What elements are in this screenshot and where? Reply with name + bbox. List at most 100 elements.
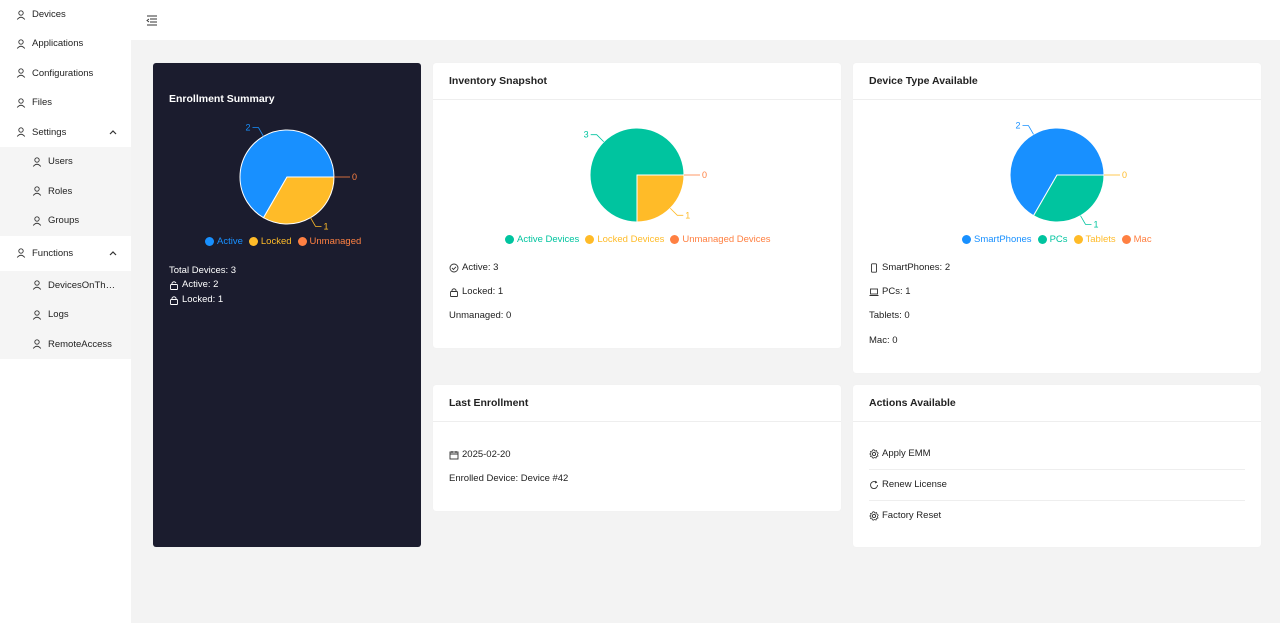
sidebar-item-label: Settings [32, 126, 67, 138]
user-icon [32, 186, 42, 197]
legend-item-locked[interactable]: Locked [248, 236, 292, 247]
laptop-icon [869, 287, 879, 297]
enrollment-legend: Active Locked Unmanaged [205, 236, 361, 247]
renew-license-action[interactable]: Renew License [869, 469, 1245, 500]
pie-data-label: 2 [1015, 121, 1020, 131]
enrolled-device: Enrolled Device: Device #42 [449, 473, 568, 484]
device-type-card: Device Type Available 2 1 0 SmartPhones PC… [853, 63, 1261, 373]
card-title: Last Enrollment [433, 385, 841, 422]
action-label: Factory Reset [882, 510, 942, 521]
sidebar-item-devicesonthe[interactable]: DevicesOnThe... [0, 270, 131, 300]
smartphones-label: SmartPhones: 2 [882, 262, 951, 273]
lock-icon [169, 280, 179, 290]
device-type-pie-chart: 2 1 0 [1009, 121, 1127, 229]
card-title: Actions Available [853, 385, 1261, 422]
legend-dot [248, 237, 258, 246]
last-enrollment-card: Last Enrollment 2025-02-20 Enrolled Devi… [433, 385, 841, 511]
sidebar-item-applications[interactable]: Applications [0, 29, 131, 59]
legend-item-unmanaged[interactable]: Unmanaged [297, 236, 361, 247]
pie-data-label: 3 [584, 130, 589, 140]
user-icon [16, 127, 26, 138]
sidebar-group-functions[interactable]: Functions [0, 236, 131, 271]
pie-data-label: 2 [245, 123, 250, 133]
legend-item-active-devices[interactable]: Active Devices [505, 234, 579, 245]
sidebar-item-label: Functions [32, 247, 74, 259]
user-icon [32, 339, 42, 350]
inventory-active-label: Active: 3 [462, 262, 499, 273]
sidebar-item-label: Configurations [32, 67, 94, 79]
user-icon [32, 157, 42, 167]
inventory-locked-stat: Locked: 1 [449, 286, 503, 297]
mobile-icon [869, 262, 879, 273]
legend-label: Active [217, 236, 243, 247]
factory-reset-action[interactable]: Factory Reset [869, 500, 1245, 531]
sidebar-group-settings[interactable]: Settings [0, 118, 131, 148]
legend-dot [1037, 235, 1047, 244]
tablets-stat: Tablets: 0 [869, 310, 910, 321]
legend-label: Tablets [1085, 234, 1116, 245]
tablets-label: Tablets: 0 [869, 310, 910, 321]
sidebar-item-label: Devices [32, 9, 66, 20]
pie-label-line [1022, 125, 1034, 135]
legend-label: Locked Devices [597, 234, 665, 245]
enrollment-pie-chart: 2 1 0 [239, 123, 357, 231]
apply-emm-action[interactable]: Apply EMM [869, 438, 1245, 469]
inventory-locked-label: Locked: 1 [462, 286, 504, 297]
legend-item-unmanaged-devices[interactable]: Unmanaged Devices [670, 234, 771, 245]
legend-item-locked-devices[interactable]: Locked Devices [585, 234, 664, 245]
card-title: Device Type Available [853, 63, 1261, 100]
inventory-snapshot-card: Inventory Snapshot 3 1 0 Active Devices Lo… [433, 63, 841, 348]
legend-dot [1073, 235, 1083, 244]
action-label: Apply EMM [882, 448, 931, 459]
legend-label: Unmanaged Devices [682, 234, 771, 245]
legend-dot [670, 235, 680, 244]
pie-data-label: 0 [352, 172, 357, 182]
enrollment-date: 2025-02-20 [449, 449, 511, 460]
legend-dot [505, 235, 514, 244]
total-devices-label: Total Devices: 3 [169, 265, 237, 276]
sidebar-item-devices[interactable]: Devices [0, 0, 131, 29]
pie-data-label: 1 [685, 210, 690, 220]
sidebar-item-configurations[interactable]: Configurations [0, 59, 131, 89]
sidebar-item-groups[interactable]: Groups [0, 206, 131, 236]
topbar [131, 0, 1280, 40]
menu-fold-icon[interactable] [146, 14, 158, 26]
sidebar-item-label: Users [48, 156, 73, 168]
legend-label: Mac [1133, 234, 1152, 245]
sidebar-item-label: Groups [48, 215, 80, 227]
user-icon [32, 310, 42, 320]
gear-icon [869, 510, 879, 521]
legend-item-smartphones[interactable]: SmartPhones [962, 234, 1032, 245]
sidebar-item-roles[interactable]: Roles [0, 176, 131, 206]
active-label: Active: 2 [182, 279, 219, 290]
device-type-legend: SmartPhones PCs Tablets Mac [962, 234, 1152, 245]
legend-dot [297, 237, 307, 246]
user-icon [16, 98, 26, 108]
chevron-up-icon[interactable] [109, 129, 117, 135]
pcs-stat: PCs: 1 [869, 286, 911, 297]
chevron-up-icon[interactable] [109, 250, 117, 256]
lock-icon [169, 295, 179, 305]
pie-data-label: 1 [1094, 219, 1099, 229]
sidebar-item-logs[interactable]: Logs [0, 300, 131, 330]
legend-label: Locked [260, 236, 292, 247]
pie-label-line [1080, 215, 1092, 225]
sidebar-item-users[interactable]: Users [0, 147, 131, 177]
sidebar: Devices Applications Configurations File… [0, 0, 131, 623]
sidebar-item-label: Logs [48, 309, 69, 321]
check-circle-icon [449, 263, 459, 273]
user-icon [32, 216, 42, 226]
legend-dot [962, 235, 971, 244]
inventory-unmanaged-label: Unmanaged: 0 [449, 310, 512, 321]
sidebar-item-files[interactable]: Files [0, 88, 131, 118]
inventory-legend: Active Devices Locked Devices Unmanaged … [505, 234, 771, 245]
actions-card: Actions Available Apply EMM Renew Licens… [853, 385, 1261, 547]
legend-item-active[interactable]: Active [205, 236, 243, 247]
legend-item-pcs[interactable]: PCs [1037, 234, 1068, 245]
smartphones-stat: SmartPhones: 2 [869, 262, 950, 273]
locked-label: Locked: 1 [182, 294, 224, 305]
sidebar-item-remoteaccess[interactable]: RemoteAccess [0, 329, 131, 359]
legend-item-mac[interactable]: Mac [1121, 234, 1152, 245]
user-icon [16, 248, 26, 258]
legend-item-tablets[interactable]: Tablets [1073, 234, 1116, 245]
